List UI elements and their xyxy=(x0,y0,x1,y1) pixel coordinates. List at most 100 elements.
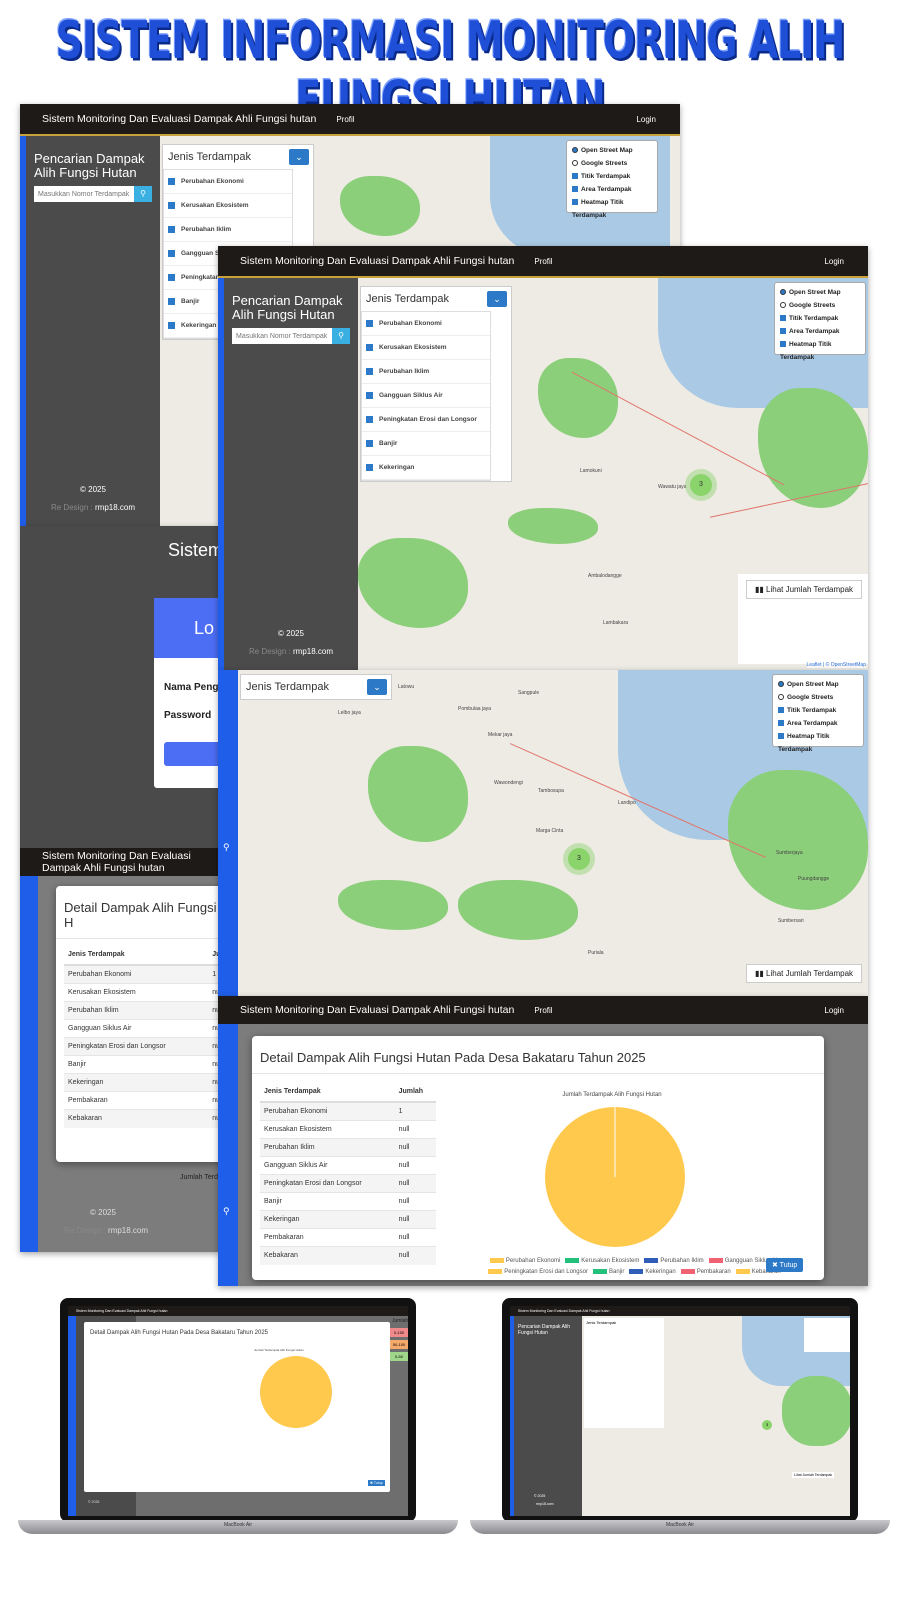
layer-titik[interactable]: Titik Terdampak xyxy=(778,704,858,717)
legend-item[interactable]: Perubahan Iklim xyxy=(639,1257,704,1264)
layer-area[interactable]: Area Terdampak xyxy=(572,183,652,196)
lihat-jumlah-button[interactable]: ▮▮ Lihat Jumlah Terdampak xyxy=(746,580,863,599)
close-button[interactable]: ✖ Tutup xyxy=(368,1480,385,1486)
layer-heatmap[interactable]: Heatmap Titik Terdampak xyxy=(572,196,652,219)
checkbox-icon[interactable] xyxy=(366,391,373,399)
brand[interactable]: Sistem Monitoring Dan Evaluasi Dampak Ah… xyxy=(42,113,316,125)
jenis-item[interactable]: Perubahan Ekonomi xyxy=(164,170,292,194)
jenis-item[interactable]: Kerusakan Ekosistem xyxy=(164,194,292,218)
checkbox-icon[interactable] xyxy=(366,343,373,351)
map-cluster-marker[interactable]: 3 xyxy=(762,1420,772,1430)
place-label: Lamokuni xyxy=(580,468,602,474)
place-label: Mekar jaya xyxy=(488,732,513,738)
nav-profil[interactable]: Profil xyxy=(534,1006,552,1015)
chart-icon: ▮▮ xyxy=(755,969,767,978)
detail-title: Detail Dampak Alih Fungsi Hutan Pada Des… xyxy=(252,1036,824,1074)
navbar: Sistem Monitoring Dan Evaluasi Dampak Ah… xyxy=(68,1306,408,1316)
legend-swatch xyxy=(644,1257,659,1263)
legend-item[interactable]: Banjir xyxy=(588,1268,624,1275)
legend-swatch xyxy=(708,1257,723,1263)
checkbox-icon[interactable] xyxy=(366,439,373,447)
search-icon[interactable]: ⚲ xyxy=(223,842,230,853)
jenis-item[interactable]: Perubahan Ekonomi xyxy=(362,312,490,336)
layer-osm[interactable]: Open Street Map xyxy=(572,144,652,157)
map-attribution[interactable]: Leaflet | © OpenStreetMap xyxy=(806,662,866,668)
legend-item[interactable]: Kekeringan xyxy=(624,1268,676,1275)
chevron-down-icon[interactable]: ⌄ xyxy=(367,679,387,695)
search-icon[interactable]: ⚲ xyxy=(332,328,350,344)
nav-login[interactable]: Login xyxy=(824,1006,844,1015)
map[interactable]: Lamokuni Wawatu jaya Ambalodangge Lambak… xyxy=(358,278,868,670)
jenis-filter: Jenis Terdampak ⌄ Perubahan Ekonomi Kerus… xyxy=(360,286,512,482)
checkbox-icon[interactable] xyxy=(168,273,175,281)
checkbox-icon[interactable] xyxy=(366,367,373,375)
layer-google[interactable]: Google Streets xyxy=(780,299,860,312)
nav-login[interactable]: Login xyxy=(636,115,656,124)
checkbox-icon[interactable] xyxy=(168,177,175,185)
layer-osm[interactable]: Open Street Map xyxy=(778,678,858,691)
pie-chart-mini xyxy=(260,1356,332,1428)
search-input[interactable] xyxy=(34,186,134,202)
layer-area[interactable]: Area Terdampak xyxy=(780,325,860,338)
sidebar-strip xyxy=(68,1316,76,1516)
layer-osm[interactable]: Open Street Map xyxy=(780,286,860,299)
jenis-item[interactable]: Kekeringan xyxy=(362,456,490,480)
checkbox-icon[interactable] xyxy=(366,415,373,423)
checkbox-icon[interactable] xyxy=(168,321,175,329)
search-icon[interactable]: ⚲ xyxy=(134,186,152,202)
checkbox-icon[interactable] xyxy=(366,463,373,471)
table-row: Gangguan Siklus Airnull xyxy=(64,1019,220,1038)
checkbox-icon[interactable] xyxy=(168,201,175,209)
legend-item[interactable]: Pembakaran xyxy=(676,1268,731,1275)
table-row: Perubahan Iklimnull xyxy=(64,1001,220,1020)
nav-profil[interactable]: Profil xyxy=(534,257,552,266)
legend-item[interactable]: Peningkatan Erosi dan Longsor xyxy=(483,1268,588,1275)
login-submit-button[interactable] xyxy=(164,742,220,766)
map-cluster-marker[interactable]: 3 xyxy=(568,848,590,870)
checkbox-icon[interactable] xyxy=(168,225,175,233)
layer-google[interactable]: Google Streets xyxy=(572,157,652,170)
place-label: Sumbersari xyxy=(778,918,804,924)
redesign-label: Re Design : xyxy=(50,503,93,512)
brand[interactable]: Sistem Monitoring Dan Evaluasi Dampak Ah… xyxy=(240,255,514,267)
checkbox-icon[interactable] xyxy=(168,297,175,305)
jenis-item[interactable]: Peningkatan Erosi dan Longsor xyxy=(362,408,490,432)
map[interactable]: Latowu Lelbo jaya Pombulaa jaya Sangpule… xyxy=(238,670,868,996)
map-mini[interactable]: Jenis Terdampak 3 Lihat Jumlah Terdampak xyxy=(582,1316,850,1516)
layer-titik[interactable]: Titik Terdampak xyxy=(780,312,860,325)
search-input[interactable] xyxy=(232,328,332,344)
checkbox-icon[interactable] xyxy=(168,249,175,257)
redesign-site[interactable]: rmp18.com xyxy=(95,503,135,512)
layer-area[interactable]: Area Terdampak xyxy=(778,717,858,730)
legend-item[interactable]: Kerusakan Ekosistem xyxy=(560,1257,639,1264)
chevron-down-icon[interactable]: ⌄ xyxy=(487,291,507,307)
place-label: Tambosupa xyxy=(538,788,564,794)
chevron-down-icon[interactable]: ⌄ xyxy=(289,149,309,165)
jenis-filter: Jenis Terdampak ⌄ xyxy=(240,674,392,700)
layer-titik[interactable]: Titik Terdampak xyxy=(572,170,652,183)
layer-heatmap[interactable]: Heatmap Titik Terdampak xyxy=(780,338,860,361)
jenis-item[interactable]: Perubahan Iklim xyxy=(362,360,490,384)
layer-heatmap[interactable]: Heatmap Titik Terdampak xyxy=(778,730,858,753)
checkbox-icon[interactable] xyxy=(366,319,373,327)
map-cluster-marker[interactable]: 3 xyxy=(690,474,712,496)
detail-title: Detail Dampak Alih Fungsi Hutan Pada Des… xyxy=(90,1330,268,1336)
legend-item[interactable]: Perubahan Ekonomi xyxy=(485,1257,560,1264)
search-icon[interactable]: ⚲ xyxy=(223,1206,230,1217)
nav-profil[interactable]: Profil xyxy=(336,115,354,124)
detail-modal-back: Detail Dampak Alih Fungsi H Jenis Terdam… xyxy=(56,886,220,1162)
layer-google[interactable]: Google Streets xyxy=(778,691,858,704)
brand[interactable]: Sistem Monitoring Dan Evaluasi Dampak Ah… xyxy=(42,850,200,874)
nav-login[interactable]: Login xyxy=(824,257,844,266)
lihat-jumlah-button[interactable]: ▮▮ Lihat Jumlah Terdampak xyxy=(746,964,863,983)
jenis-item[interactable]: Kerusakan Ekosistem xyxy=(362,336,490,360)
place-label: Sumberjaya xyxy=(776,850,803,856)
bg-value-badge: 50-100 xyxy=(390,1340,408,1349)
brand[interactable]: Sistem Monitoring Dan Evaluasi Dampak Ah… xyxy=(240,1004,514,1016)
jenis-item[interactable]: Banjir xyxy=(362,432,490,456)
jenis-item[interactable]: Gangguan Siklus Air xyxy=(362,384,490,408)
lihat-jumlah-button[interactable]: Lihat Jumlah Terdampak xyxy=(792,1472,835,1478)
jenis-item[interactable]: Perubahan Iklim xyxy=(164,218,292,242)
close-button[interactable]: ✖ Tutup xyxy=(766,1258,804,1272)
sidebar-strip: ⚲ xyxy=(218,1024,238,1286)
